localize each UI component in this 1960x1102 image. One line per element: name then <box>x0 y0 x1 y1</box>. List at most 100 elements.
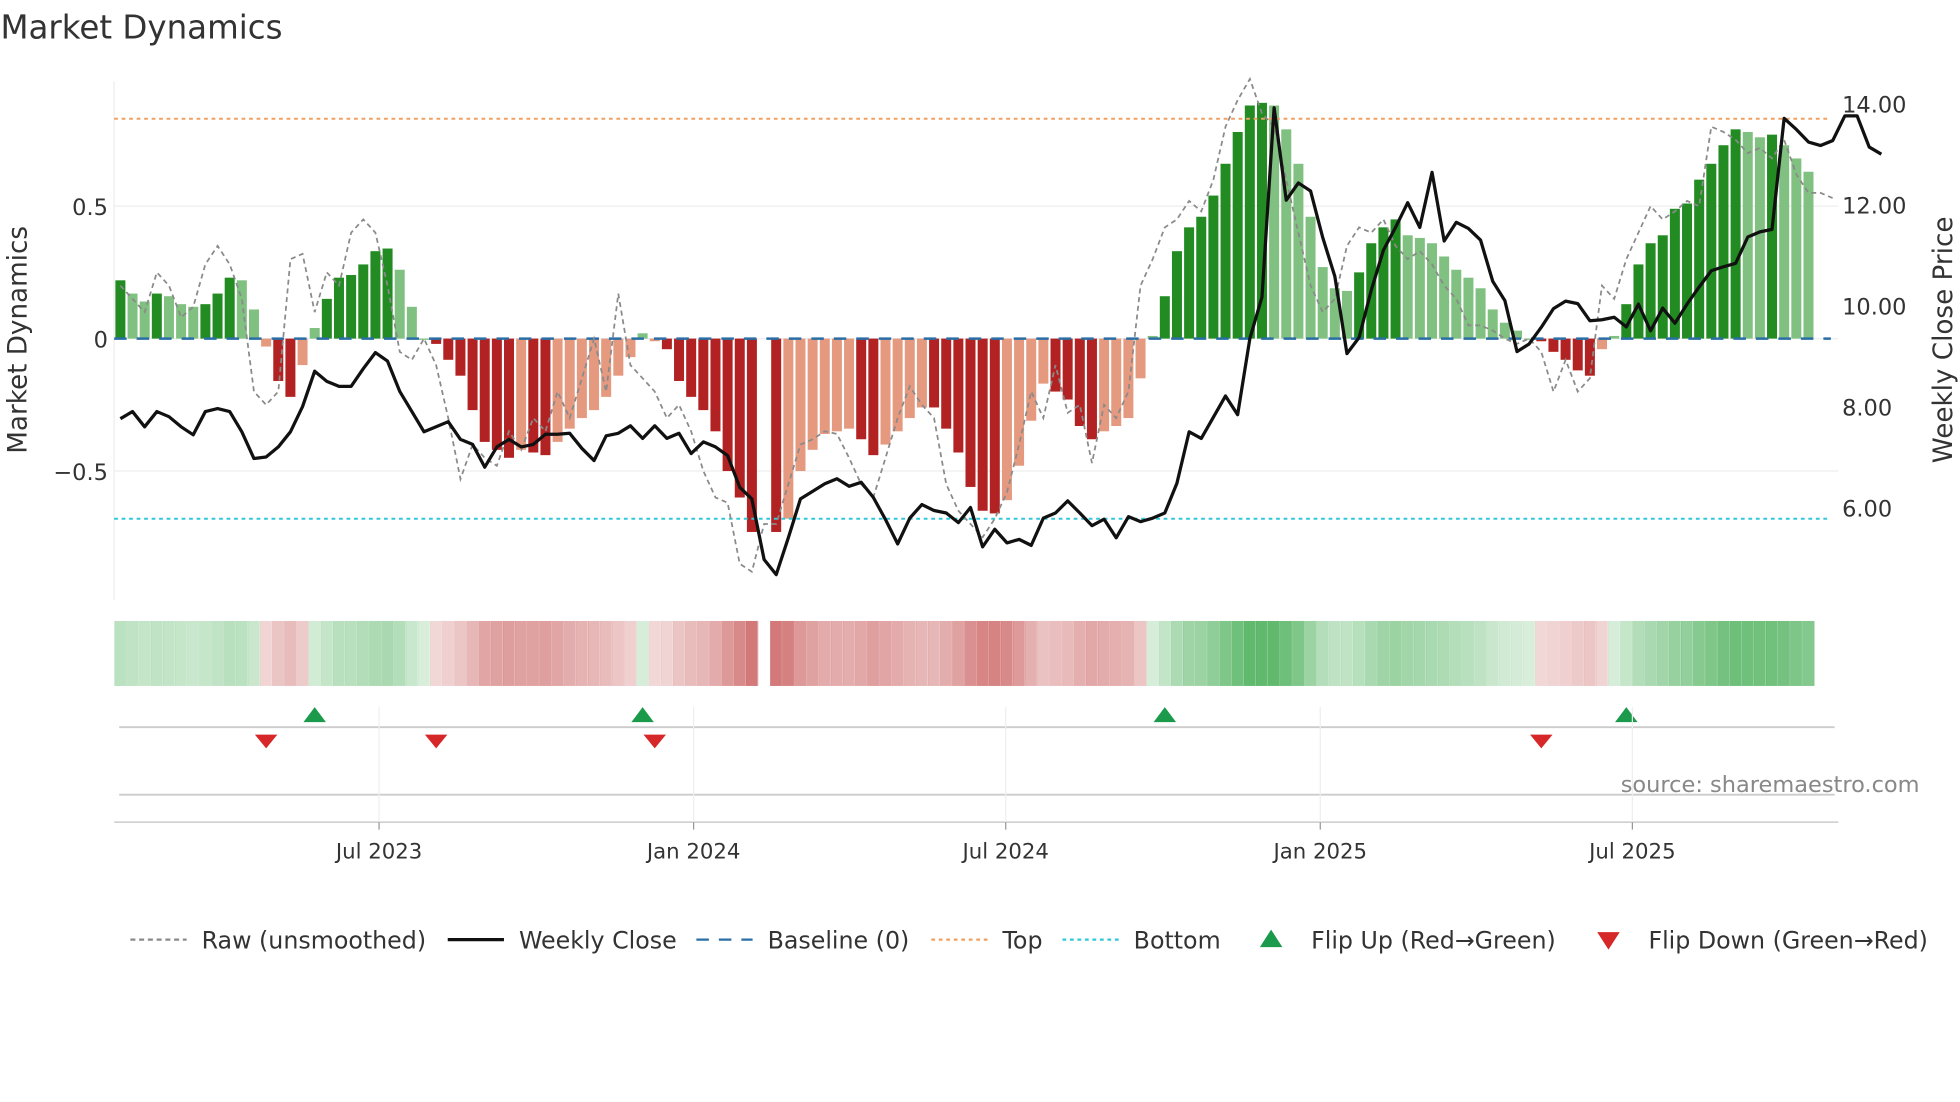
regime-strip-cell <box>308 620 322 686</box>
regime-strip-cell <box>794 620 807 686</box>
x-tick-label: Jul 2025 <box>1587 839 1675 864</box>
regime-strip-cell <box>247 620 261 686</box>
momentum-bar-negative <box>261 338 272 347</box>
flip-up-marker <box>631 707 654 723</box>
momentum-bar-negative <box>819 338 830 434</box>
regime-strip-cell <box>1268 620 1281 686</box>
flip-up-marker <box>1153 707 1177 723</box>
momentum-bar-positive <box>1463 277 1474 339</box>
regime-strip-cell <box>1037 620 1050 686</box>
momentum-bar-negative <box>297 338 308 366</box>
momentum-bar-negative <box>795 338 806 472</box>
momentum-bar-negative <box>1086 338 1097 440</box>
regime-strip-cell <box>490 620 504 686</box>
momentum-bar-positive <box>1402 235 1413 339</box>
regime-strip-cell <box>1474 620 1488 686</box>
momentum-bar-positive <box>1171 251 1182 339</box>
regime-strip-cell <box>1061 620 1075 686</box>
regime-strip-cell <box>551 620 565 686</box>
regime-strip-cell <box>1025 620 1038 686</box>
momentum-bar-negative <box>892 338 903 432</box>
momentum-bar-negative <box>807 338 818 450</box>
x-tick-label: Jul 2024 <box>961 839 1049 864</box>
regime-strip-cell <box>320 620 334 686</box>
momentum-bar-negative <box>285 338 296 397</box>
momentum-bar-positive <box>1754 137 1765 339</box>
regime-strip-cell <box>1207 620 1220 686</box>
regime-strip-cell <box>903 620 917 686</box>
regime-strip-cell <box>1170 620 1184 686</box>
regime-strip-cell <box>357 620 370 686</box>
regime-strip-cell <box>672 620 686 686</box>
momentum-bar-positive <box>224 277 235 339</box>
regime-strip-cell <box>1438 620 1451 686</box>
regime-strip-cell <box>1085 620 1099 686</box>
regime-strip-cell <box>430 620 443 686</box>
regime-strip-cell <box>1559 620 1573 686</box>
momentum-bar-negative <box>929 338 940 408</box>
y2-tick-label: 10.00 <box>1842 294 1906 320</box>
momentum-bar-positive <box>1281 129 1292 339</box>
momentum-bar-positive <box>1779 145 1790 339</box>
momentum-bar-negative <box>455 338 466 376</box>
momentum-bar-positive <box>382 248 393 339</box>
regime-strip-cell <box>1802 620 1815 686</box>
momentum-bar-negative <box>941 338 952 429</box>
momentum-bar-positive <box>1791 158 1802 339</box>
momentum-bar-negative <box>443 338 454 360</box>
regime-strip-cell <box>1632 620 1645 686</box>
momentum-bar-negative <box>1560 338 1571 360</box>
regime-strip-cell <box>1146 620 1160 686</box>
regime-strip-cell <box>150 620 164 686</box>
regime-strip-cell <box>1668 620 1682 686</box>
regime-strip-cell <box>842 620 856 686</box>
momentum-bar-positive <box>1803 171 1814 339</box>
regime-strip-cell <box>187 620 200 686</box>
regime-strip-cell <box>126 620 139 686</box>
regime-strip-cell <box>284 620 297 686</box>
y2-tick-label: 8.00 <box>1842 395 1892 421</box>
momentum-bar-negative <box>771 338 782 532</box>
regime-strip-cell <box>175 620 188 686</box>
momentum-bar-positive <box>1487 309 1498 339</box>
legend-label: Bottom <box>1134 926 1221 954</box>
regime-strip-cell <box>1183 620 1196 686</box>
momentum-bar-negative <box>1099 338 1110 432</box>
regime-strip-cell <box>830 620 844 686</box>
regime-strip-cell <box>733 620 747 686</box>
regime-strip-cell <box>1595 620 1609 686</box>
flip-down-marker <box>254 734 278 749</box>
y2-axis-label: Weekly Close Price <box>1929 217 1959 464</box>
momentum-bar-positive <box>370 251 381 339</box>
y-axis-label: Market Dynamics <box>4 226 34 454</box>
momentum-bar-negative <box>1135 338 1146 379</box>
regime-strip-cell <box>527 620 540 686</box>
momentum-bar-negative <box>479 338 490 442</box>
legend-label: Weekly Close <box>519 926 677 954</box>
regime-strip-cell <box>1498 620 1512 686</box>
momentum-bar-positive <box>1305 216 1316 339</box>
regime-strip-cell <box>1644 620 1658 686</box>
momentum-bar-negative <box>1026 338 1037 421</box>
momentum-bar-negative <box>528 338 539 453</box>
momentum-bar-negative <box>1572 338 1583 371</box>
legend-flip-up-icon <box>1259 929 1283 948</box>
regime-strip-cell <box>915 620 929 686</box>
momentum-bar-negative <box>880 338 891 445</box>
regime-strip-cell <box>806 620 820 686</box>
regime-strip-cell <box>1304 620 1317 686</box>
regime-strip-cell <box>1122 620 1135 686</box>
regime-strip-cell <box>1571 620 1585 686</box>
regime-strip-cell <box>478 620 492 686</box>
momentum-bar-negative <box>1001 338 1012 501</box>
momentum-bar-positive <box>163 296 174 339</box>
regime-strip-cell <box>575 620 589 686</box>
regime-strip-cell <box>405 620 419 686</box>
regime-strip-cell <box>988 620 1002 686</box>
momentum-bar-positive <box>212 293 223 339</box>
regime-strip-cell <box>1608 620 1621 686</box>
regime-strip-cell <box>1535 620 1548 686</box>
y-tick-label: 0 <box>94 327 108 353</box>
regime-strip-cell <box>1098 620 1111 686</box>
y-tick-label: 0.5 <box>72 195 108 221</box>
